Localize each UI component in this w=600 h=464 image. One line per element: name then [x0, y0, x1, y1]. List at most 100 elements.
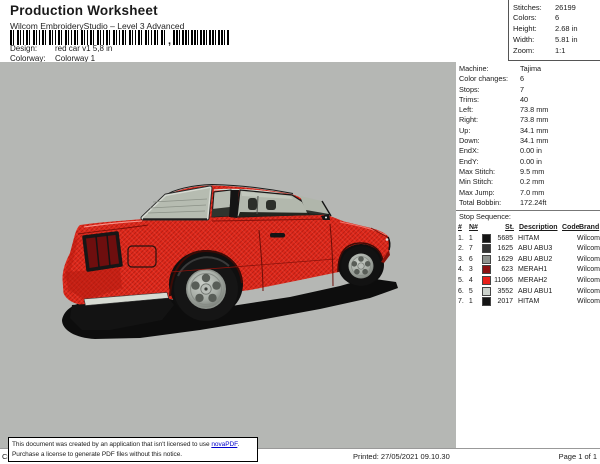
page-count: Page 1 of 1: [559, 452, 597, 461]
stat-label: Width:: [513, 35, 555, 44]
column-header: N#: [469, 224, 482, 231]
machine-info-value: 0.2 mm: [520, 177, 544, 187]
stop-sequence-row: 4.3623MERAH1Wilcom: [456, 265, 600, 276]
machine-info-value: 34.1 mm: [520, 126, 548, 136]
machine-info-value: 0.00 in: [520, 157, 542, 167]
stop-sequence-row: 5.411066MERAH2Wilcom: [456, 275, 600, 286]
stat-value: 2.68 in: [555, 24, 578, 33]
stat-row: Width: 5.81 in: [513, 35, 600, 46]
stop-sequence-row: 7.12017HITAMWilcom: [456, 296, 600, 307]
machine-info-label: Color changes:: [459, 74, 520, 84]
taillight: [84, 233, 121, 270]
stop-sequence-title: Stop Sequence:: [456, 212, 600, 223]
novapdf-link[interactable]: novaPDF: [211, 441, 237, 448]
stat-value: 6: [555, 13, 559, 22]
thread-color-swatch: [482, 276, 491, 285]
machine-info-row: Total Bobbin:172.24ft: [456, 198, 600, 208]
stop-sequence-header: # N# St. Description Code Brand: [456, 222, 600, 233]
machine-info-value: 34.1 mm: [520, 136, 548, 146]
machine-info-label: Right:: [459, 115, 520, 125]
front-wheel: [341, 246, 381, 286]
design-stats-box: Stitches: 26199 Colors: 6 Height: 2.68 i…: [508, 0, 600, 61]
thread-color-swatch: [482, 234, 491, 243]
stat-value: 26199: [555, 3, 576, 12]
machine-info-value: 7: [520, 85, 524, 95]
rear-window: [143, 188, 210, 219]
stat-label: Stitches:: [513, 3, 555, 12]
machine-info-label: Min Stitch:: [459, 177, 520, 187]
stat-row: Colors: 6: [513, 13, 600, 24]
stat-label: Colors:: [513, 13, 555, 22]
machine-info-row: Trims:40: [456, 95, 600, 105]
stop-sequence-table: # N# St. Description Code Brand 1.15685H…: [456, 222, 600, 307]
design-value: red car v1 5,8 in: [55, 44, 112, 53]
barcode-segment-icon: [10, 30, 166, 45]
stop-sequence-row: 2.71625ABU ABU3Wilcom: [456, 243, 600, 254]
machine-info-value: 172.24ft: [520, 198, 546, 208]
machine-info-value: 6: [520, 74, 524, 84]
machine-info-row: Min Stitch:0.2 mm: [456, 177, 600, 187]
machine-info-row: Left:73.8 mm: [456, 105, 600, 115]
thread-color-swatch: [482, 244, 491, 253]
thread-color-swatch: [482, 255, 491, 264]
machine-info-value: 9.5 mm: [520, 167, 544, 177]
design-canvas: [0, 62, 456, 448]
stat-value: 5.81 in: [555, 35, 578, 44]
stat-row: Zoom: 1:1: [513, 46, 600, 57]
machine-info-label: Total Bobbin:: [459, 198, 520, 208]
quarter-window: [212, 190, 231, 217]
column-header: Brand: [577, 224, 600, 231]
barcode-segment-icon: [173, 30, 229, 45]
machine-info-row: Up:34.1 mm: [456, 126, 600, 136]
thread-color-swatch: [482, 265, 491, 274]
column-header: Code: [560, 224, 577, 231]
machine-info-row: Right:73.8 mm: [456, 115, 600, 125]
stop-sequence-row: 1.15685HITAMWilcom: [456, 233, 600, 244]
machine-info-value: 40: [520, 95, 528, 105]
machine-info-row: Color changes:6: [456, 74, 600, 84]
notice-line-1: This document was created by an applicat…: [12, 440, 254, 450]
novapdf-notice: This document was created by an applicat…: [8, 437, 258, 462]
machine-info-label: EndY:: [459, 157, 520, 167]
machine-info-value: 7.0 mm: [520, 188, 544, 198]
machine-info-row: Max Stitch:9.5 mm: [456, 167, 600, 177]
thread-color-swatch: [482, 297, 491, 306]
machine-info-label: Down:: [459, 136, 520, 146]
stop-sequence-row: 3.61629ABU ABU2Wilcom: [456, 254, 600, 265]
machine-info-value: 0.00 in: [520, 146, 542, 156]
stat-value: 1:1: [555, 46, 565, 55]
printed-timestamp: Printed: 27/05/2021 09.10.30: [353, 452, 450, 461]
stat-label: Height:: [513, 24, 555, 33]
door-handle: [270, 233, 285, 238]
column-header: St.: [494, 224, 514, 231]
column-header: Description: [514, 224, 560, 231]
rear-wheel: [174, 257, 238, 321]
machine-info-panel: Machine:Tajima Color changes:6 Stops:7 T…: [456, 62, 600, 448]
page-title: Production Worksheet: [10, 3, 158, 18]
machine-info-label: EndX:: [459, 146, 520, 156]
machine-info-label: Left:: [459, 105, 520, 115]
thread-color-swatch: [482, 287, 491, 296]
notice-line-2: Purchase a license to generate PDF files…: [12, 450, 254, 460]
machine-info-label: Max Jump:: [459, 188, 520, 198]
machine-info-row: Down:34.1 mm: [456, 136, 600, 146]
machine-info-label: Max Stitch:: [459, 167, 520, 177]
machine-info-row: Max Jump:7.0 mm: [456, 188, 600, 198]
car-design-image: [0, 62, 456, 448]
column-header: #: [458, 224, 469, 231]
barcode-separator: ,: [168, 37, 171, 45]
stat-row: Height: 2.68 in: [513, 24, 600, 35]
stat-row: Stitches: 26199: [513, 3, 600, 14]
machine-info-label: Machine:: [459, 64, 520, 74]
production-worksheet-page: Production Worksheet Wilcom EmbroiderySt…: [0, 0, 600, 464]
panel-divider: [456, 210, 600, 211]
machine-info-row: EndY:0.00 in: [456, 157, 600, 167]
machine-info-row: EndX:0.00 in: [456, 146, 600, 156]
stat-label: Zoom:: [513, 46, 555, 55]
machine-info-row: Stops:7: [456, 85, 600, 95]
machine-info-value: Tajima: [520, 64, 541, 74]
machine-info-label: Up:: [459, 126, 520, 136]
machine-info-label: Stops:: [459, 85, 520, 95]
machine-info-value: 73.8 mm: [520, 115, 548, 125]
machine-info-row: Machine:Tajima: [456, 64, 600, 74]
